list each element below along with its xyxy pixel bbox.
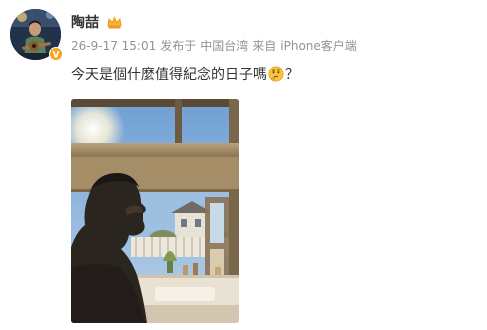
timestamp-link[interactable]: 26-9-17 15:01 bbox=[71, 39, 156, 53]
svg-text:V: V bbox=[53, 51, 60, 61]
thinking-emoji-icon bbox=[268, 66, 284, 82]
post-text-body: 今天是個什麼值得紀念的日子嗎 bbox=[71, 67, 267, 83]
photo-image bbox=[71, 99, 239, 323]
location-label: 中国台湾 bbox=[200, 39, 249, 53]
username-link[interactable]: 陶喆 bbox=[71, 14, 99, 32]
source-prefix-label: 来自 bbox=[252, 39, 277, 53]
crown-icon[interactable] bbox=[106, 14, 123, 31]
source-link[interactable]: iPhone客户端 bbox=[280, 39, 357, 53]
post-text: 今天是個什麼值得紀念的日子嗎 ？ bbox=[71, 65, 299, 85]
post-text-suffix: ？ bbox=[285, 67, 299, 83]
verified-badge-icon: V bbox=[49, 47, 63, 61]
weibo-post: V 陶喆 26-9-17 15:01 发布于 中国台湾 来自 iPhone客户端 今天是… bbox=[0, 0, 487, 330]
post-photo[interactable] bbox=[71, 99, 239, 323]
post-meta: 26-9-17 15:01 发布于 中国台湾 来自 iPhone客户端 bbox=[71, 38, 357, 54]
published-from-label: 发布于 bbox=[160, 39, 197, 53]
